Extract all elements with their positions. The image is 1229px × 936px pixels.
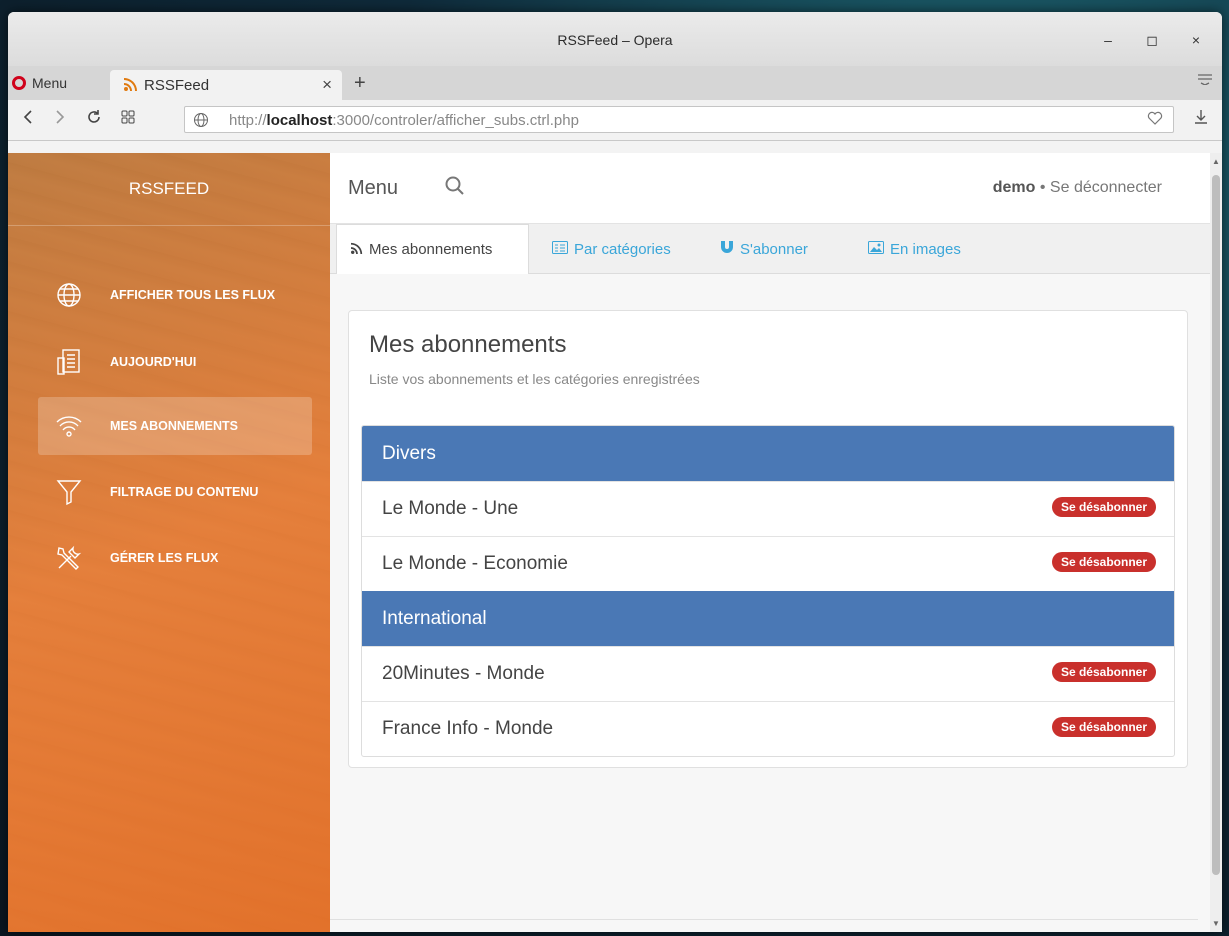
tab-en-images[interactable]: En images: [868, 224, 961, 274]
browser-tab-title: RSSFeed: [144, 76, 210, 94]
browser-window: RSSFeed – Opera ‒ ◻ × Menu RSSFeed × + h…: [8, 12, 1222, 932]
forward-icon[interactable]: [54, 109, 66, 130]
feed-name: France Info - Monde: [382, 718, 554, 739]
new-tab-button[interactable]: +: [354, 72, 366, 95]
scroll-up-icon[interactable]: ▲: [1210, 157, 1222, 166]
title-bar: RSSFeed – Opera ‒ ◻ ×: [8, 12, 1222, 67]
footer-divider: [330, 919, 1198, 920]
rss-favicon-icon: [124, 77, 138, 94]
rss-icon: [351, 241, 363, 258]
close-window-button[interactable]: ×: [1186, 30, 1206, 50]
tab-strip: Menu RSSFeed × +: [8, 66, 1222, 100]
top-bar: Menu demo • Se déconnecter: [330, 153, 1210, 224]
opera-logo-icon: [12, 76, 26, 90]
sidebar-item-manage[interactable]: GÉRER LES FLUX: [38, 529, 312, 587]
search-icon[interactable]: [444, 175, 466, 202]
tab-label: Par catégories: [574, 240, 671, 258]
opera-menu-label: Menu: [32, 75, 68, 91]
tab-s-abonner[interactable]: S'abonner: [720, 224, 808, 274]
tab-mes-abonnements[interactable]: Mes abonnements: [336, 224, 529, 274]
feed-name: Le Monde - Economie: [382, 553, 568, 574]
sidebar-item-today[interactable]: AUJOURD'HUI: [38, 333, 312, 391]
image-icon: [868, 240, 884, 258]
sidebar-item-label: GÉRER LES FLUX: [110, 551, 219, 565]
web-page: RSSFEED AFFICHER TOUS LES FLUX AUJOURD'H…: [8, 153, 1222, 932]
list-item: France Info - Monde Se désabonner: [362, 701, 1174, 756]
globe-icon: [54, 280, 84, 310]
list-item: 20Minutes - Monde Se désabonner: [362, 646, 1174, 701]
username: demo: [992, 179, 1036, 196]
category-header: International: [362, 591, 1174, 646]
tab-close-icon[interactable]: ×: [322, 75, 332, 95]
subscriptions-list: Divers Le Monde - Une Se désabonner Le M…: [361, 425, 1175, 757]
tab-par-categories[interactable]: Par catégories: [552, 224, 671, 274]
opera-menu-button[interactable]: Menu: [12, 72, 67, 94]
magnet-icon: [720, 240, 734, 258]
sidebar-divider: [8, 225, 330, 226]
list-icon: [552, 240, 568, 258]
panel-subtitle: Liste vos abonnements et les catégories …: [369, 371, 700, 387]
speed-dial-icon[interactable]: [120, 109, 136, 130]
maximize-button[interactable]: ◻: [1142, 30, 1162, 50]
list-item: Le Monde - Economie Se désabonner: [362, 536, 1174, 591]
page-scrollbar[interactable]: ▲ ▼: [1210, 153, 1222, 932]
user-area: demo • Se déconnecter: [993, 179, 1162, 197]
download-icon[interactable]: [1194, 109, 1208, 130]
category-header: Divers: [362, 426, 1174, 481]
wifi-icon: [54, 411, 84, 441]
sidebar-item-subscriptions[interactable]: MES ABONNEMENTS: [38, 397, 312, 455]
feed-name: Le Monde - Une: [382, 498, 519, 519]
sidebar: RSSFEED AFFICHER TOUS LES FLUX AUJOURD'H…: [8, 153, 330, 932]
sidebar-item-label: FILTRAGE DU CONTENU: [110, 485, 259, 499]
list-item: Le Monde - Une Se désabonner: [362, 481, 1174, 536]
globe-icon: [193, 112, 209, 131]
newspaper-icon: [54, 347, 84, 377]
browser-tab[interactable]: RSSFeed ×: [110, 70, 342, 100]
tab-label: En images: [890, 240, 961, 258]
unsubscribe-button[interactable]: Se désabonner: [1051, 717, 1156, 737]
page-tabs: Mes abonnements Par catégories S'abonner: [330, 224, 1210, 274]
url-field[interactable]: http://localhost:3000/controler/afficher…: [184, 106, 1174, 133]
tools-icon: [54, 543, 84, 573]
unsubscribe-button[interactable]: Se désabonner: [1051, 552, 1156, 572]
feed-name: 20Minutes - Monde: [382, 663, 545, 684]
address-bar-row: http://localhost:3000/controler/afficher…: [8, 100, 1222, 141]
scroll-down-icon[interactable]: ▼: [1210, 919, 1222, 928]
unsubscribe-button[interactable]: Se désabonner: [1051, 497, 1156, 517]
panel-title: Mes abonnements: [369, 331, 567, 358]
tab-label: S'abonner: [740, 240, 808, 258]
sidebar-item-label: AUJOURD'HUI: [110, 355, 197, 369]
logout-link[interactable]: Se déconnecter: [1050, 179, 1162, 196]
sidebar-item-all-feeds[interactable]: AFFICHER TOUS LES FLUX: [38, 266, 312, 324]
tab-label: Mes abonnements: [369, 241, 493, 258]
sidebar-item-label: MES ABONNEMENTS: [110, 419, 239, 433]
bookmark-heart-icon[interactable]: [1147, 110, 1163, 131]
scrollbar-thumb[interactable]: [1212, 175, 1220, 875]
main-content: Menu demo • Se déconnecter Mes abonnemen…: [330, 153, 1210, 932]
minimize-button[interactable]: ‒: [1098, 30, 1118, 50]
filter-icon: [54, 477, 84, 507]
window-title: RSSFeed – Opera: [557, 32, 673, 48]
sidebar-item-filter[interactable]: FILTRAGE DU CONTENU: [38, 463, 312, 521]
sidebar-item-label: AFFICHER TOUS LES FLUX: [110, 288, 276, 302]
user-separator: •: [1035, 179, 1050, 196]
back-icon[interactable]: [22, 109, 34, 130]
unsubscribe-button[interactable]: Se désabonner: [1051, 662, 1156, 682]
url-text: http://localhost:3000/controler/afficher…: [229, 112, 579, 129]
tab-menu-icon[interactable]: [1198, 72, 1212, 90]
reload-icon[interactable]: [86, 109, 102, 130]
subscriptions-panel: Mes abonnements Liste vos abonnements et…: [348, 310, 1188, 768]
menu-button[interactable]: Menu: [348, 177, 398, 200]
brand-logo[interactable]: RSSFEED: [8, 179, 330, 199]
